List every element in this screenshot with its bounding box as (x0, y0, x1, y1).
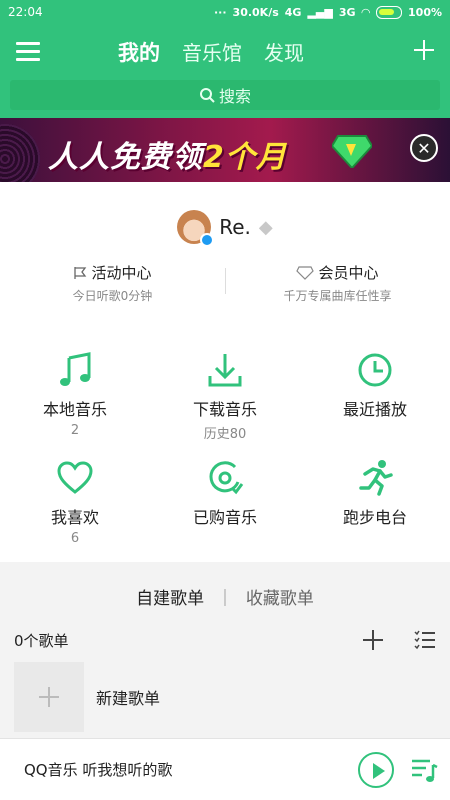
gem-icon (332, 135, 372, 168)
banner-text-main: 人人免费领 (48, 140, 203, 175)
diamond-icon: ◆ (258, 216, 273, 238)
status-time: 22:04 (8, 5, 43, 19)
shortcut-label: 跑步电台 (342, 508, 407, 527)
vip-center-title: 会员中心 (318, 264, 379, 282)
promo-banner[interactable]: 人人免费领2个月 ✕ (0, 118, 450, 182)
search-icon (199, 88, 215, 103)
badge-icon (200, 233, 215, 247)
vip-diamond-icon (296, 265, 315, 280)
download-icon (208, 354, 242, 387)
activity-center[interactable]: 活动中心 今日听歌0分钟 (0, 262, 225, 308)
add-icon[interactable] (410, 36, 438, 64)
shortcut-label: 已购音乐 (192, 508, 257, 527)
playlist-tabs: 自建歌单 | 收藏歌单 (0, 584, 450, 610)
shortcut-download-music[interactable]: 下载音乐 历史80 (150, 350, 300, 442)
play-icon[interactable] (358, 751, 394, 788)
new-playlist-plus-icon (14, 662, 84, 732)
player-text: QQ音乐 听我想听的歌 (24, 761, 173, 779)
activity-center-title: 活动中心 (91, 264, 152, 282)
new-playlist-label: 新建歌单 (96, 689, 161, 708)
centers-row: 活动中心 今日听歌0分钟 会员中心 千万专属曲库任性享 (0, 262, 450, 308)
avatar[interactable] (177, 210, 215, 247)
purchased-music-icon (209, 461, 244, 495)
running-icon (359, 460, 393, 496)
nav-tabs: 我的 音乐馆 发现 (118, 37, 304, 67)
username[interactable]: Re. (219, 215, 251, 239)
vinyl-disc-icon (0, 124, 40, 182)
profile-card: Re. ◆ 活动中心 今日听歌0分钟 会员中心 千万专属曲库任性享 本地音乐 2… (0, 182, 450, 562)
signal-3g: 3G (338, 5, 356, 19)
tab-music-hall[interactable]: 音乐馆 (182, 37, 242, 67)
add-playlist-icon[interactable] (362, 629, 384, 651)
divider (225, 268, 226, 294)
signal-4g: 4G (284, 5, 302, 19)
banner-text: 人人免费领2个月 (48, 132, 287, 176)
search-area: 搜索 (0, 80, 450, 118)
search-input[interactable]: 搜索 (10, 80, 440, 110)
tab-mine[interactable]: 我的 (118, 37, 160, 67)
manage-list-icon[interactable] (414, 630, 436, 650)
shortcut-label: 下载音乐 (192, 400, 257, 419)
tab-collected-playlists[interactable]: 收藏歌单 (246, 584, 314, 609)
flag-icon (74, 266, 87, 279)
mini-player[interactable]: QQ音乐 听我想听的歌 (0, 738, 450, 800)
new-playlist-item[interactable]: 新建歌单 (14, 662, 436, 732)
battery-level: 100% (408, 5, 442, 19)
shortcut-local-music[interactable]: 本地音乐 2 (0, 350, 150, 438)
banner-text-highlight: 2个月 (203, 140, 287, 175)
music-note-icon (60, 352, 91, 386)
signal-icon: ▂▄▆ (307, 5, 333, 19)
top-nav: 我的 音乐馆 发现 (0, 24, 450, 80)
clock-icon (358, 353, 392, 387)
playlist-queue-icon[interactable] (410, 757, 438, 783)
shortcut-count: 历史80 (203, 427, 247, 442)
tab-created-playlists[interactable]: 自建歌单 (136, 584, 204, 609)
activity-center-subtitle: 今日听歌0分钟 (72, 289, 153, 303)
shortcut-count: 2 (70, 423, 80, 438)
heart-icon (57, 461, 93, 494)
shortcut-favorites[interactable]: 我喜欢 6 (0, 458, 150, 546)
menu-icon[interactable] (16, 42, 40, 62)
vip-center-subtitle: 千万专属曲库任性享 (283, 289, 392, 303)
shortcut-label: 我喜欢 (50, 508, 99, 527)
shortcut-count: 6 (70, 531, 80, 546)
playlist-header: 0个歌单 (14, 628, 436, 652)
shortcut-recent-play[interactable]: 最近播放 (300, 350, 450, 423)
vip-center[interactable]: 会员中心 千万专属曲库任性享 (225, 262, 450, 308)
search-placeholder: 搜索 (218, 87, 251, 106)
battery-icon (376, 5, 403, 19)
shortcut-purchased-music[interactable]: 已购音乐 (150, 458, 300, 531)
playlist-count: 0个歌单 (14, 631, 69, 650)
tab-discover[interactable]: 发现 (264, 37, 304, 67)
close-icon[interactable]: ✕ (410, 134, 438, 162)
net-speed: 30.0K/s (232, 5, 279, 19)
status-bar: 22:04 ··· 30.0K/s 4G ▂▄▆ 3G ◠ 100% (0, 0, 450, 24)
shortcut-label: 本地音乐 (42, 400, 107, 419)
user-row: Re. ◆ (0, 210, 450, 247)
status-dots: ··· (214, 5, 227, 19)
shortcut-running-radio[interactable]: 跑步电台 (300, 458, 450, 531)
wifi-icon: ◠ (361, 5, 371, 19)
tab-separator: | (222, 586, 228, 607)
shortcut-label: 最近播放 (342, 400, 407, 419)
